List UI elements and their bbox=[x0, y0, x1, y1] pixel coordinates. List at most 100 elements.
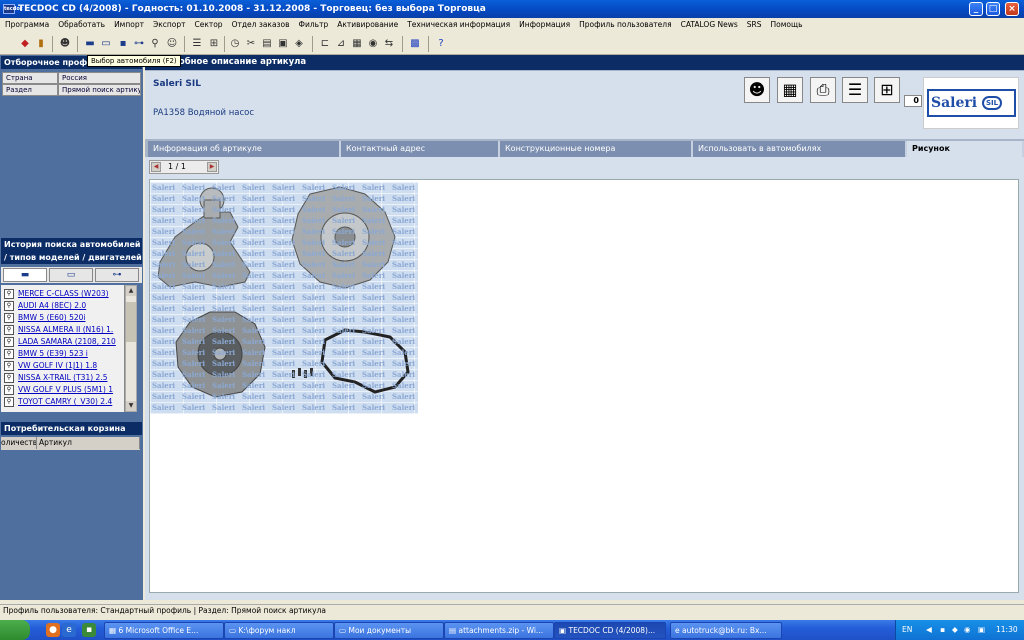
menu-activation[interactable]: Активирование bbox=[332, 18, 402, 32]
list-item[interactable]: ⚲ NISSA ALMERA II (N16) 1. bbox=[1, 324, 125, 336]
language-indicator[interactable]: EN bbox=[902, 620, 912, 640]
history-link[interactable]: BMW 5 (E60) 520i bbox=[18, 313, 86, 322]
history-scrollbar[interactable]: ▲ ▼ bbox=[125, 285, 137, 412]
graph-icon[interactable]: ⊿ bbox=[334, 37, 348, 51]
tools-icon[interactable]: ✂ bbox=[244, 37, 258, 51]
car-icon[interactable]: ▬ bbox=[83, 37, 97, 51]
history-link[interactable]: BMW 5 (E39) 523 i bbox=[18, 349, 88, 358]
history-link[interactable]: LADA SAMARA (2108, 210 bbox=[18, 337, 116, 346]
menu-tech-info[interactable]: Техническая информация bbox=[402, 18, 514, 32]
task-my-documents[interactable]: ▭ Мои документы bbox=[334, 622, 444, 639]
tecdoc-app-icon[interactable]: tecdoc bbox=[3, 4, 23, 14]
tab-contact-address[interactable]: Контактный адрес bbox=[341, 141, 500, 157]
parts-list-button[interactable]: ▦ bbox=[777, 77, 803, 103]
menu-export[interactable]: Экспорт bbox=[148, 18, 190, 32]
search-icon[interactable]: ⚲ bbox=[148, 37, 162, 51]
back-icon[interactable]: ◆ bbox=[18, 37, 32, 51]
commercial-vehicle-icon[interactable]: ▭ bbox=[99, 37, 113, 51]
history-tab-truck[interactable]: ▭ bbox=[49, 268, 93, 282]
security-icon[interactable]: ▣ bbox=[978, 620, 985, 640]
forward-icon[interactable]: ▮ bbox=[34, 37, 48, 51]
document-list-button[interactable]: ☰ bbox=[842, 77, 868, 103]
search-person-icon[interactable]: ☺ bbox=[165, 37, 179, 51]
list-item[interactable]: ⚲ NISSA X-TRAIL (T31) 2.5 bbox=[1, 372, 125, 384]
network-icon[interactable]: ▪ bbox=[940, 620, 945, 640]
task-folder-forum[interactable]: ▭ K:\форум накл bbox=[224, 622, 334, 639]
tab-vehicle-usage[interactable]: Использовать в автомобилях bbox=[693, 141, 907, 157]
document-icon[interactable]: ▤ bbox=[260, 37, 274, 51]
list-item[interactable]: ⚲ VW GOLF IV (1J1) 1.8 bbox=[1, 360, 125, 372]
tab-picture[interactable]: Рисунок bbox=[907, 141, 1024, 157]
task-attachments[interactable]: ▤ attachments.zip - Wi... bbox=[444, 622, 554, 639]
article-image[interactable]: Saleri Saleri Saleri Saleri Saleri Saleri Sale… bbox=[150, 182, 418, 414]
criteria-value-section[interactable]: Прямой поиск артикулу bbox=[58, 84, 141, 96]
menu-filter[interactable]: Фильтр bbox=[294, 18, 333, 32]
info-person-button[interactable]: ☻ bbox=[744, 77, 770, 103]
list-icon[interactable]: ☰ bbox=[190, 37, 204, 51]
scroll-up-icon[interactable]: ▲ bbox=[126, 286, 136, 296]
criteria-value-country[interactable]: Россия bbox=[58, 72, 141, 84]
start-button[interactable] bbox=[0, 620, 30, 640]
axle-icon[interactable]: ⊶ bbox=[132, 37, 146, 51]
antivirus-icon[interactable]: ◆ bbox=[952, 620, 958, 640]
list-item[interactable]: ⚲ BMW 5 (E60) 520i bbox=[1, 312, 125, 324]
history-link[interactable]: VW GOLF IV (1J1) 1.8 bbox=[18, 361, 97, 370]
table-icon[interactable]: ▦ bbox=[350, 37, 364, 51]
hierarchy-icon[interactable]: ⊏ bbox=[318, 37, 332, 51]
task-email[interactable]: e autotruck@bk.ru: Вх... bbox=[670, 622, 782, 639]
volume-icon[interactable]: ◉ bbox=[964, 620, 971, 640]
clock-icon[interactable]: ◷ bbox=[228, 37, 242, 51]
minimize-button[interactable]: _ bbox=[969, 2, 983, 16]
list-item[interactable]: ⚲ VW GOLF V PLUS (5M1) 1 bbox=[1, 384, 125, 396]
menu-edit[interactable]: Обработать bbox=[53, 18, 109, 32]
menu-srs[interactable]: SRS bbox=[742, 18, 766, 32]
swap-icon[interactable]: ⇆ bbox=[382, 37, 396, 51]
image-icon[interactable]: ▣ bbox=[276, 37, 290, 51]
basket-col-article[interactable]: Артикул bbox=[38, 437, 140, 449]
menu-program[interactable]: Программа bbox=[0, 18, 53, 32]
menu-sector[interactable]: Сектор bbox=[189, 18, 226, 32]
globe-icon[interactable]: ◉ bbox=[366, 37, 380, 51]
history-link[interactable]: VW GOLF V PLUS (5M1) 1 bbox=[18, 385, 113, 394]
menu-help[interactable]: Помощь bbox=[766, 18, 807, 32]
help-icon[interactable]: ? bbox=[434, 37, 448, 51]
layers-icon[interactable]: ◈ bbox=[292, 37, 306, 51]
scroll-thumb[interactable] bbox=[126, 302, 136, 342]
maximize-button[interactable]: □ bbox=[986, 2, 1000, 16]
firefox-icon[interactable]: ● bbox=[46, 623, 60, 637]
history-link[interactable]: TOYOT CAMRY (_V30) 2.4 bbox=[18, 397, 112, 406]
calendar-icon[interactable]: ▩ bbox=[408, 37, 422, 51]
desktop-icon[interactable]: ▪ bbox=[82, 623, 96, 637]
list-item[interactable]: ⚲ BMW 5 (E39) 523 i bbox=[1, 348, 125, 360]
history-tab-axle[interactable]: ⊶ bbox=[95, 268, 139, 282]
prev-image-button[interactable]: ◀ bbox=[151, 162, 161, 172]
clock[interactable]: 11:30 bbox=[996, 620, 1018, 640]
tray-arrow-icon[interactable]: ◀ bbox=[926, 620, 932, 640]
list-item[interactable]: ⚲ AUDI A4 (8EC) 2.0 bbox=[1, 300, 125, 312]
menu-orders[interactable]: Отдел заказов bbox=[227, 18, 294, 32]
menu-import[interactable]: Импорт bbox=[109, 18, 148, 32]
title-bar[interactable]: tecdoc TECDOC CD (4/2008) - Годность: 01… bbox=[0, 0, 1024, 18]
task-tecdoc[interactable]: ▣ TECDOC CD (4/2008)... bbox=[554, 622, 666, 639]
menu-user-profile[interactable]: Профиль пользователя bbox=[574, 18, 675, 32]
print-button[interactable]: ⎙ bbox=[810, 77, 836, 103]
history-link[interactable]: AUDI A4 (8EC) 2.0 bbox=[18, 301, 86, 310]
basket-col-quantity[interactable]: оличеств bbox=[1, 437, 37, 449]
menu-info[interactable]: Информация bbox=[514, 18, 574, 32]
menu-catalog-news[interactable]: CATALOG News bbox=[676, 18, 742, 32]
list-item[interactable]: ⚲ TOYOT CAMRY (_V30) 2.4 bbox=[1, 396, 125, 408]
history-link[interactable]: MERCE C-CLASS (W203) bbox=[18, 289, 109, 298]
close-button[interactable]: × bbox=[1005, 2, 1019, 16]
history-link[interactable]: NISSA X-TRAIL (T31) 2.5 bbox=[18, 373, 107, 382]
ie-icon[interactable]: e bbox=[62, 623, 76, 637]
person-icon[interactable]: ☻ bbox=[58, 37, 72, 51]
basket-counter[interactable]: 0 bbox=[904, 95, 922, 107]
history-tab-car[interactable]: ▬ bbox=[3, 268, 47, 282]
tab-construction-numbers[interactable]: Конструкционные номера bbox=[500, 141, 693, 157]
basket-icon[interactable]: ⊞ bbox=[207, 37, 221, 51]
list-item[interactable]: ⚲ MERCE C-CLASS (W203) bbox=[1, 288, 125, 300]
task-office[interactable]: ▦ 6 Microsoft Office E... bbox=[104, 622, 224, 639]
next-image-button[interactable]: ▶ bbox=[207, 162, 217, 172]
engine-icon[interactable]: ▪ bbox=[116, 37, 130, 51]
add-basket-button[interactable]: ⊞ bbox=[874, 77, 900, 103]
